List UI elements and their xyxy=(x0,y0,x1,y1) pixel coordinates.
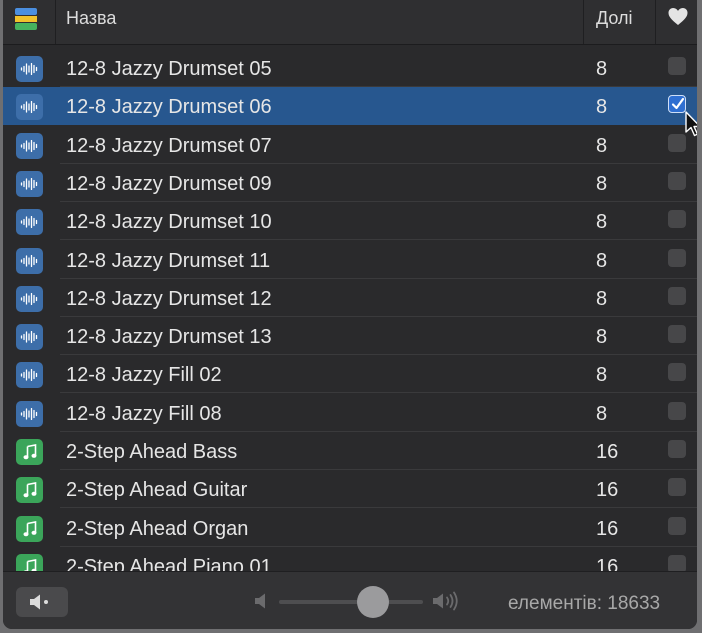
loop-name: 2-Step Ahead Guitar xyxy=(66,479,248,501)
loop-type-filter-icon[interactable] xyxy=(15,8,37,30)
column-separator xyxy=(655,0,656,44)
loop-name: 12-8 Jazzy Drumset 12 xyxy=(66,288,272,310)
audio-waveform-icon xyxy=(16,248,43,274)
loop-beats: 16 xyxy=(596,479,619,501)
favorite-checkbox[interactable] xyxy=(668,555,686,571)
loop-row[interactable]: 12-8 Jazzy Drumset 10 8 xyxy=(3,202,697,240)
loop-beats: 8 xyxy=(596,250,608,272)
volume-low-icon xyxy=(253,592,269,615)
row-divider xyxy=(60,392,697,393)
music-note-icon xyxy=(16,516,43,542)
audio-waveform-icon xyxy=(16,56,43,82)
preview-speaker-button[interactable] xyxy=(16,587,68,617)
loop-name: 12-8 Jazzy Fill 02 xyxy=(66,364,222,386)
audio-waveform-icon xyxy=(16,362,43,388)
loop-name: 12-8 Jazzy Drumset 09 xyxy=(66,173,272,195)
favorite-checkbox[interactable] xyxy=(668,95,686,113)
preview-footer: елементів: 18633 xyxy=(3,571,697,629)
column-separator xyxy=(55,0,56,44)
loop-row[interactable]: 12-8 Jazzy Drumset 11 8 xyxy=(3,241,697,279)
loop-name: 12-8 Jazzy Drumset 10 xyxy=(66,211,272,233)
loop-row[interactable]: 2-Step Ahead Organ 16 xyxy=(3,509,697,547)
favorite-checkbox[interactable] xyxy=(668,287,686,305)
audio-waveform-icon xyxy=(16,94,43,120)
speaker-icon xyxy=(30,594,48,610)
loop-row[interactable]: 12-8 Jazzy Drumset 12 8 xyxy=(3,279,697,317)
loop-row[interactable]: 2-Step Ahead Piano 01 16 xyxy=(3,547,697,571)
item-count-label: елементів: 18633 xyxy=(508,593,661,614)
loop-beats: 16 xyxy=(596,518,619,540)
loop-beats: 8 xyxy=(596,135,608,157)
loop-beats: 8 xyxy=(596,96,608,118)
favorite-checkbox[interactable] xyxy=(668,249,686,267)
loop-beats: 8 xyxy=(596,403,608,425)
audio-waveform-icon xyxy=(16,209,43,235)
favorite-checkbox[interactable] xyxy=(668,57,686,75)
loop-beats: 16 xyxy=(596,556,619,571)
loop-row[interactable]: 12-8 Jazzy Drumset 06 8 xyxy=(3,87,697,125)
mouse-pointer-icon xyxy=(685,111,697,142)
row-divider xyxy=(60,239,697,240)
loop-name: 12-8 Jazzy Fill 08 xyxy=(66,403,222,425)
music-note-icon xyxy=(16,439,43,465)
volume-slider-knob[interactable] xyxy=(357,586,389,618)
loop-browser-panel: Назва Долі 12-8 Jazzy Drumset 05 8 12-8 Ja… xyxy=(3,0,697,629)
favorite-checkbox[interactable] xyxy=(668,172,686,190)
audio-waveform-icon xyxy=(16,133,43,159)
volume-high-icon xyxy=(431,590,463,617)
results-header: Назва Долі xyxy=(3,0,697,45)
loop-beats: 8 xyxy=(596,211,608,233)
favorite-checkbox[interactable] xyxy=(668,210,686,228)
favorite-checkbox[interactable] xyxy=(668,478,686,496)
loop-row[interactable]: 12-8 Jazzy Drumset 07 8 xyxy=(3,126,697,164)
loop-beats: 16 xyxy=(596,441,619,463)
heart-icon[interactable] xyxy=(667,6,689,28)
loop-beats: 8 xyxy=(596,58,608,80)
loop-name: 12-8 Jazzy Drumset 06 xyxy=(66,96,272,118)
loop-row[interactable]: 2-Step Ahead Bass 16 xyxy=(3,432,697,470)
music-note-icon xyxy=(16,554,43,571)
music-note-icon xyxy=(16,477,43,503)
loop-row[interactable]: 12-8 Jazzy Drumset 05 8 xyxy=(3,49,697,87)
audio-waveform-icon xyxy=(16,401,43,427)
checkmark-icon xyxy=(671,97,685,110)
loop-row[interactable]: 12-8 Jazzy Fill 08 8 xyxy=(3,394,697,432)
loop-row[interactable]: 12-8 Jazzy Drumset 13 8 xyxy=(3,317,697,355)
favorite-checkbox[interactable] xyxy=(668,134,686,152)
favorite-checkbox[interactable] xyxy=(668,517,686,535)
favorite-checkbox[interactable] xyxy=(668,440,686,458)
column-header-beats[interactable]: Долі xyxy=(596,8,633,29)
audio-waveform-icon xyxy=(16,171,43,197)
row-divider xyxy=(60,124,697,125)
audio-waveform-icon xyxy=(16,286,43,312)
loop-name: 2-Step Ahead Piano 01 xyxy=(66,556,272,571)
loop-row[interactable]: 12-8 Jazzy Drumset 09 8 xyxy=(3,164,697,202)
loop-beats: 8 xyxy=(596,288,608,310)
loop-beats: 8 xyxy=(596,326,608,348)
favorite-checkbox[interactable] xyxy=(668,363,686,381)
loop-name: 12-8 Jazzy Drumset 05 xyxy=(66,58,272,80)
favorite-checkbox[interactable] xyxy=(668,325,686,343)
loop-beats: 8 xyxy=(596,173,608,195)
loop-row[interactable]: 2-Step Ahead Guitar 16 xyxy=(3,470,697,508)
loop-name: 2-Step Ahead Organ xyxy=(66,518,249,540)
column-header-name[interactable]: Назва xyxy=(66,8,116,29)
loop-row[interactable]: 12-8 Jazzy Fill 02 8 xyxy=(3,355,697,393)
favorite-checkbox[interactable] xyxy=(668,402,686,420)
loop-name: 12-8 Jazzy Drumset 07 xyxy=(66,135,272,157)
loop-beats: 8 xyxy=(596,364,608,386)
results-list: 12-8 Jazzy Drumset 05 8 12-8 Jazzy Drumset… xyxy=(3,49,697,571)
loop-name: 2-Step Ahead Bass xyxy=(66,441,238,463)
loop-name: 12-8 Jazzy Drumset 11 xyxy=(66,250,271,272)
row-divider xyxy=(60,507,697,508)
column-separator xyxy=(583,0,584,44)
preview-volume-slider[interactable] xyxy=(279,600,423,604)
audio-waveform-icon xyxy=(16,324,43,350)
loop-name: 12-8 Jazzy Drumset 13 xyxy=(66,326,272,348)
